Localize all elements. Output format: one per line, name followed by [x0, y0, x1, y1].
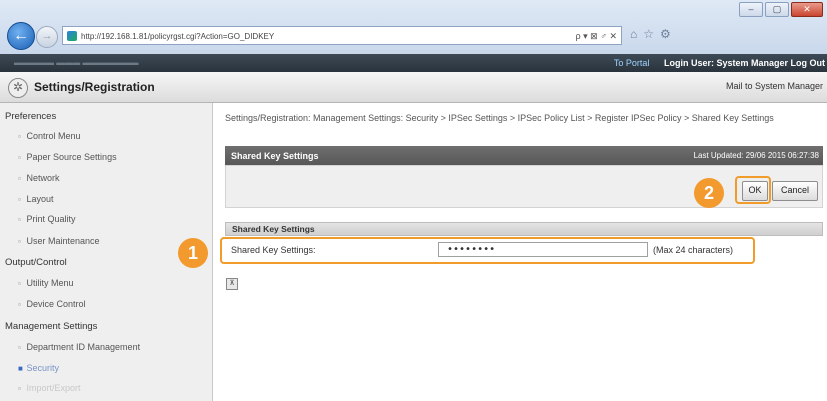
bullet-icon: ▫: [18, 215, 21, 224]
bullet-icon: ▫: [18, 300, 21, 309]
sidebar-item-user-maintenance[interactable]: ▫ User Maintenance: [18, 236, 100, 246]
minimize-button[interactable]: –: [739, 2, 763, 17]
mail-to-manager-link[interactable]: Mail to System Manager: [726, 81, 823, 91]
device-name-placeholder: ▬▬▬▬▬ ▬▬▬ ▬▬▬▬▬▬▬: [14, 58, 139, 67]
url-text: http://192.168.1.81/policyrgst.cgi?Actio…: [81, 32, 275, 41]
sidebar-item-layout[interactable]: ▫ Layout: [18, 194, 54, 204]
title-bar: ✲ Settings/Registration Mail to System M…: [0, 72, 827, 103]
bullet-icon: ▫: [18, 195, 21, 204]
address-bar[interactable]: http://192.168.1.81/policyrgst.cgi?Actio…: [62, 26, 622, 45]
sidebar-item-label: Paper Source Settings: [26, 152, 117, 162]
sidebar-heading-output-control: Output/Control: [5, 257, 67, 268]
bullet-icon: ■: [18, 364, 23, 373]
sidebar-item-label: Control Menu: [26, 131, 81, 141]
sidebar-item-label: Layout: [26, 194, 54, 204]
settings-icon: ✲: [8, 78, 28, 98]
ok-button[interactable]: OK: [742, 181, 768, 201]
sidebar-heading-preferences: Preferences: [5, 111, 57, 122]
callout-badge-2: 2: [694, 178, 724, 208]
last-updated-text: Last Updated: 29/06 2015 06:27:38: [693, 151, 819, 160]
sidebar-item-paper-source[interactable]: ▫ Paper Source Settings: [18, 152, 117, 162]
page-title: Settings/Registration: [34, 80, 155, 94]
sidebar-item-label: Import/Export: [26, 383, 81, 393]
bullet-icon: ▫: [18, 153, 21, 162]
bullet-icon: ▫: [18, 343, 21, 352]
sidebar-heading-management: Management Settings: [5, 321, 98, 332]
bullet-icon: ▫: [18, 174, 21, 183]
panel-title: Shared Key Settings: [231, 151, 319, 161]
to-portal-link[interactable]: To Portal: [614, 58, 650, 68]
close-button[interactable]: ✕: [791, 2, 823, 17]
bullet-icon: ▫: [18, 384, 21, 393]
sidebar-item-device-control[interactable]: ▫ Device Control: [18, 299, 86, 309]
callout-badge-1: 1: [178, 238, 208, 268]
bullet-icon: ▫: [18, 279, 21, 288]
sidebar-item-utility-menu[interactable]: ▫ Utility Menu: [18, 278, 74, 288]
sidebar-item-network[interactable]: ▫ Network: [18, 173, 60, 183]
back-button[interactable]: ←: [7, 22, 35, 50]
maximize-button[interactable]: ▢: [765, 2, 789, 17]
bullet-icon: ▫: [18, 132, 21, 141]
window-controls: – ▢ ✕: [739, 2, 823, 17]
sidebar-item-import-export[interactable]: ▫ Import/Export: [18, 383, 81, 393]
sidebar-item-label: Network: [26, 173, 60, 183]
page-top-icon[interactable]: ⊼: [226, 278, 238, 290]
sidebar-item-label: Device Control: [26, 299, 86, 309]
app-top-bar: ▬▬▬▬▬ ▬▬▬ ▬▬▬▬▬▬▬ To Portal Login User: …: [0, 54, 827, 72]
field-highlight: [220, 237, 755, 264]
breadcrumb: Settings/Registration: Management Settin…: [225, 113, 774, 123]
sidebar-item-print-quality[interactable]: ▫ Print Quality: [18, 214, 76, 224]
sidebar-item-label: Security: [26, 363, 60, 373]
sidebar-item-label: Utility Menu: [26, 278, 74, 288]
forward-button[interactable]: →: [36, 26, 58, 48]
login-user-text: Login User: System Manager Log Out: [663, 58, 825, 68]
cancel-button[interactable]: Cancel: [772, 181, 818, 201]
button-panel: [225, 165, 823, 208]
user-area: To Portal Login User: System Manager Log…: [614, 58, 825, 68]
home-icon[interactable]: ⌂: [630, 27, 637, 41]
panel-header: Shared Key Settings Last Updated: 29/06 …: [225, 146, 823, 165]
gear-icon[interactable]: ⚙: [660, 27, 671, 41]
favicon-icon: [67, 31, 77, 41]
sidebar-item-control-menu[interactable]: ▫ Control Menu: [18, 131, 81, 141]
star-icon[interactable]: ☆: [643, 27, 654, 41]
address-bar-controls[interactable]: ρ ▾ ⊠ ♂ ✕: [561, 27, 621, 44]
browser-chrome: – ▢ ✕ ← → http://192.168.1.81/policyrgst…: [0, 0, 827, 54]
section-header: Shared Key Settings: [225, 222, 823, 236]
sidebar-item-label: Print Quality: [26, 214, 76, 224]
bullet-icon: ▫: [18, 237, 21, 246]
sidebar-item-department-id[interactable]: ▫ Department ID Management: [18, 342, 140, 352]
browser-toolbar-icons: ⌂ ☆ ⚙: [630, 27, 671, 41]
sidebar-item-security[interactable]: ■ Security: [18, 363, 59, 373]
sidebar-item-label: User Maintenance: [26, 236, 100, 246]
sidebar-item-label: Department ID Management: [26, 342, 141, 352]
